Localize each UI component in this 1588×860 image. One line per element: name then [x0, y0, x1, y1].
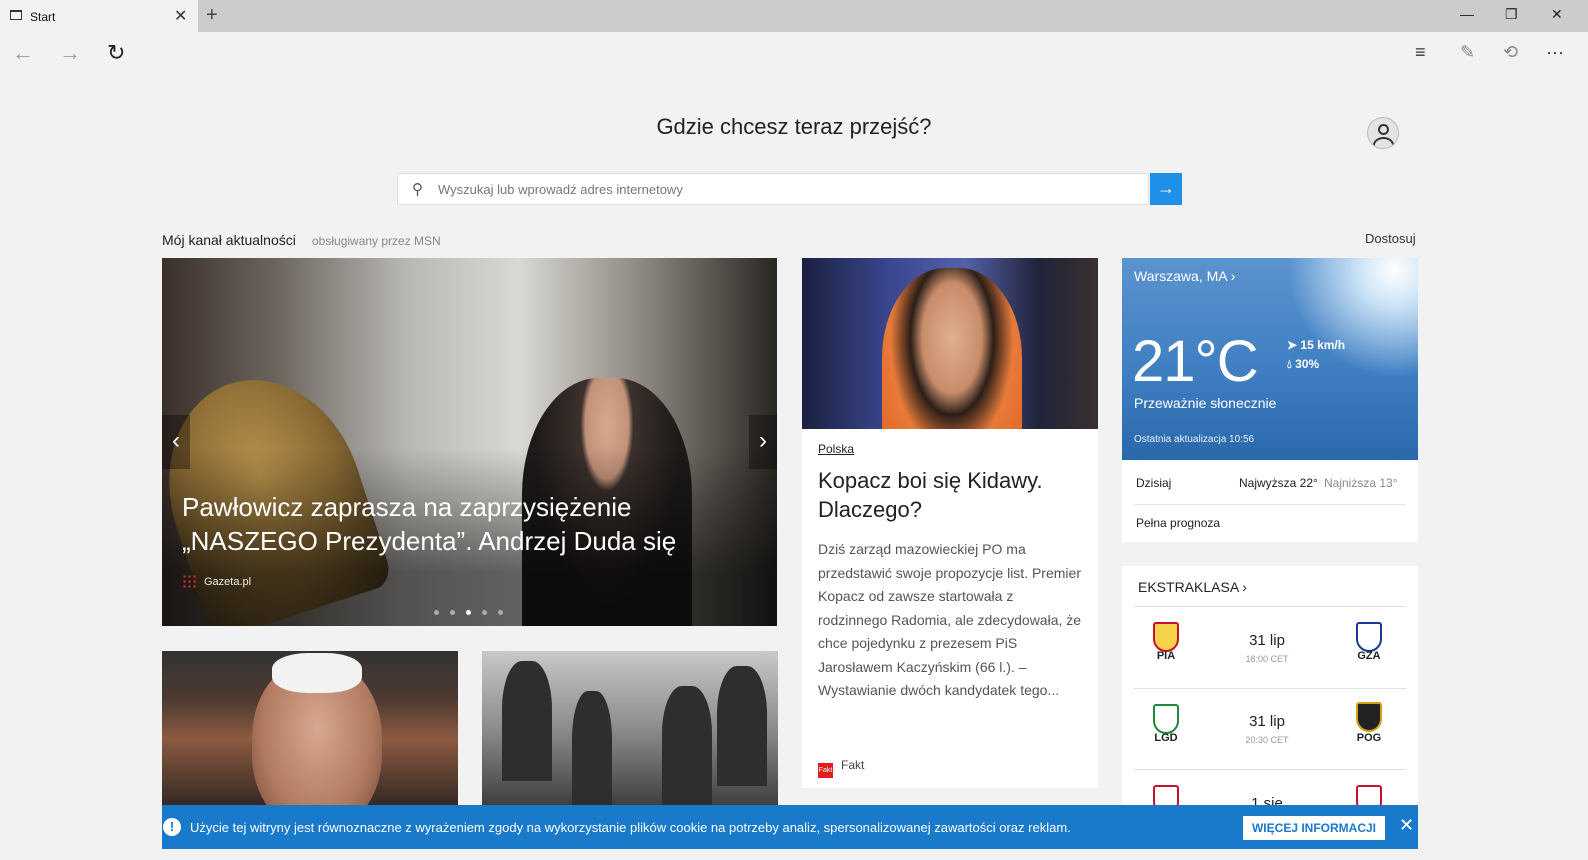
team-crest-icon: [1356, 622, 1382, 652]
carousel-dot[interactable]: [434, 610, 439, 615]
back-button[interactable]: ←: [12, 40, 34, 66]
forward-button[interactable]: →: [59, 40, 81, 66]
away-team: POG: [1356, 732, 1382, 744]
match-time: 20:30 CET: [1245, 735, 1289, 745]
home-team: PIA: [1156, 650, 1176, 662]
humidity-value: 30%: [1295, 357, 1320, 371]
article-image: [802, 258, 1098, 429]
carousel-next-button[interactable]: ›: [749, 415, 777, 469]
match-date: 31 lip: [1249, 632, 1285, 649]
weather-today-label: Dzisiaj: [1136, 476, 1172, 490]
article-excerpt: Dziś zarząd mazowieckiej PO ma przedstaw…: [818, 541, 1082, 698]
close-banner-icon[interactable]: ✕: [1399, 815, 1414, 836]
carousel-dot-active[interactable]: [466, 610, 471, 615]
ekstraklasa-widget: EKSTRAKLASA › PIA 31 lip 18:00 CET GZA L…: [1122, 566, 1418, 816]
feed-title: Mój kanał aktualności: [162, 232, 296, 248]
article-source-label: Fakt: [841, 758, 865, 772]
home-team: LGD: [1154, 732, 1178, 744]
wind-value: 15 km/h: [1300, 338, 1346, 352]
weather-widget: Warszawa, MA › 21°C ➤ 15 km/h 💧︎ 30% Prz…: [1122, 258, 1418, 542]
more-info-button[interactable]: WIĘCEJ INFORMACJI: [1243, 816, 1385, 840]
page-title: Gdzie chcesz teraz przejść?: [656, 114, 932, 139]
refresh-button[interactable]: ↻: [107, 40, 125, 66]
divider: [1134, 688, 1406, 689]
away-team: GZA: [1357, 650, 1381, 662]
hero-source: Gazeta.pl: [182, 574, 251, 588]
article-card[interactable]: Polska Kopacz boi się Kidawy. Dlaczego? …: [802, 258, 1098, 788]
fakt-logo-icon: Fakt: [818, 763, 833, 778]
news-thumbnail[interactable]: [162, 651, 458, 811]
match-row[interactable]: PIA 31 lip 18:00 CET GZA: [1122, 608, 1418, 688]
more-icon[interactable]: ···: [1546, 42, 1564, 63]
match-time: 18:00 CET: [1245, 654, 1289, 664]
match-row[interactable]: LGD 31 lip 20:30 CET POG: [1122, 690, 1418, 770]
share-icon[interactable]: ⟲: [1503, 42, 1518, 63]
cookie-banner: ! Użycie tej witryny jest równoznaczne z…: [162, 805, 1418, 849]
weather-temperature: 21°C: [1132, 329, 1259, 394]
search-input[interactable]: ⚲ Wyszukaj lub wprowadź adres internetow…: [397, 173, 1149, 205]
team-crest-icon: [1153, 622, 1179, 652]
news-thumbnail[interactable]: [482, 651, 778, 811]
hub-icon[interactable]: ≡: [1415, 42, 1426, 63]
wind-icon: ➤: [1287, 338, 1301, 352]
carousel-dot[interactable]: [498, 610, 503, 615]
info-icon: !: [163, 818, 181, 836]
weather-condition: Przeważnie słonecznie: [1134, 395, 1277, 411]
carousel-dots: [434, 602, 514, 620]
team-crest-icon: [1356, 702, 1382, 732]
page-icon: [10, 10, 22, 20]
hero-headline[interactable]: Pawłowicz zaprasza na zaprzysiężenie „NA…: [182, 490, 742, 558]
divider: [1134, 504, 1406, 505]
full-forecast-link[interactable]: Pełna prognoza: [1136, 516, 1220, 530]
humidity-icon: 💧︎: [1287, 357, 1296, 371]
minimize-button[interactable]: —: [1460, 6, 1474, 22]
article-source: Fakt Fakt: [818, 758, 864, 778]
weather-updated: Ostatnia aktualizacja 10:56: [1134, 434, 1255, 445]
close-window-button[interactable]: ✕: [1551, 6, 1563, 23]
tab-title: Start: [30, 10, 56, 24]
cookie-message: Użycie tej witryny jest równoznaczne z w…: [190, 820, 1071, 835]
league-title[interactable]: EKSTRAKLASA ›: [1138, 579, 1247, 595]
restore-button[interactable]: ❐: [1505, 6, 1518, 23]
search-icon: ⚲: [412, 181, 423, 198]
weather-humidity: 💧︎ 30%: [1287, 357, 1319, 372]
hero-source-label: Gazeta.pl: [204, 576, 252, 588]
tab-start[interactable]: Start ✕: [0, 0, 198, 32]
weather-high: Najwyższa 22°: [1239, 476, 1318, 490]
weather-wind: ➤ 15 km/h: [1287, 338, 1345, 352]
weather-low: Najniższa 13°: [1324, 476, 1398, 490]
carousel-prev-button[interactable]: ‹: [162, 415, 190, 469]
weather-city[interactable]: Warszawa, MA ›: [1134, 268, 1235, 284]
article-title[interactable]: Kopacz boi się Kidawy. Dlaczego?: [818, 466, 1088, 524]
tab-close-icon[interactable]: ✕: [174, 6, 187, 26]
tab-bar: Start ✕ + — ❐ ✕: [0, 0, 1588, 32]
user-avatar-icon[interactable]: [1367, 117, 1399, 149]
search-placeholder: Wyszukaj lub wprowadź adres internetowy: [438, 182, 683, 197]
customize-link[interactable]: Dostosuj: [1365, 231, 1416, 246]
hero-carousel[interactable]: Pawłowicz zaprasza na zaprzysiężenie „NA…: [162, 258, 777, 626]
weather-panel[interactable]: Warszawa, MA › 21°C ➤ 15 km/h 💧︎ 30% Prz…: [1122, 258, 1418, 460]
new-tab-button[interactable]: +: [206, 4, 218, 27]
navigation-bar: ← → ↻ ≡ ✎ ⟲ ···: [0, 32, 1588, 74]
team-crest-icon: [1153, 704, 1179, 734]
web-note-icon[interactable]: ✎: [1460, 42, 1475, 63]
feed-subtitle: obsługiwany przez MSN: [312, 234, 441, 248]
carousel-dot[interactable]: [450, 610, 455, 615]
divider: [1134, 606, 1406, 607]
gazeta-logo-icon: [182, 574, 196, 588]
match-date: 31 lip: [1249, 713, 1285, 730]
divider: [1134, 769, 1406, 770]
carousel-dot[interactable]: [482, 610, 487, 615]
search-go-button[interactable]: →: [1150, 173, 1182, 205]
article-category[interactable]: Polska: [818, 442, 854, 456]
